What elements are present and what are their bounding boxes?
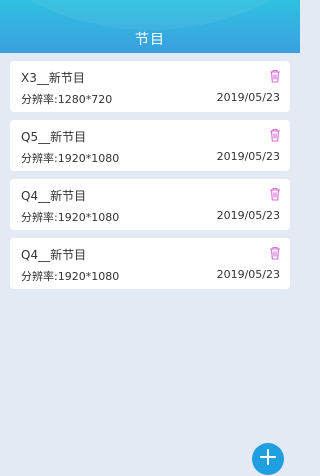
program-date: 2019/05/23	[216, 209, 280, 222]
program-date: 2019/05/23	[216, 268, 280, 281]
program-resolution: 分辨率:1920*1080	[21, 152, 120, 165]
header-bar: 节目	[0, 0, 300, 53]
program-resolution: 分辨率:1920*1080	[21, 270, 120, 283]
trash-icon[interactable]	[269, 245, 281, 260]
page-title: 节目	[135, 31, 165, 48]
program-card[interactable]: X3__新节目 分辨率:1280*720 2019/05/23	[10, 61, 290, 112]
trash-icon[interactable]	[269, 127, 281, 142]
program-name: Q5__新节目	[21, 130, 87, 144]
program-date: 2019/05/23	[216, 91, 280, 104]
trash-icon[interactable]	[269, 68, 281, 83]
program-name: X3__新节目	[21, 71, 85, 85]
program-resolution: 分辨率:1280*720	[21, 93, 113, 106]
program-name: Q4__新节目	[21, 248, 87, 262]
program-card[interactable]: Q4__新节目 分辨率:1920*1080 2019/05/23	[10, 179, 290, 230]
program-resolution: 分辨率:1920*1080	[21, 211, 120, 224]
program-list: X3__新节目 分辨率:1280*720 2019/05/23 Q5__新节目 …	[10, 61, 290, 297]
program-date: 2019/05/23	[216, 150, 280, 163]
plus-icon	[260, 449, 276, 469]
program-card[interactable]: Q4__新节目 分辨率:1920*1080 2019/05/23	[10, 238, 290, 289]
trash-icon[interactable]	[269, 186, 281, 201]
program-name: Q4__新节目	[21, 189, 87, 203]
add-program-button[interactable]	[252, 443, 284, 475]
program-card[interactable]: Q5__新节目 分辨率:1920*1080 2019/05/23	[10, 120, 290, 171]
